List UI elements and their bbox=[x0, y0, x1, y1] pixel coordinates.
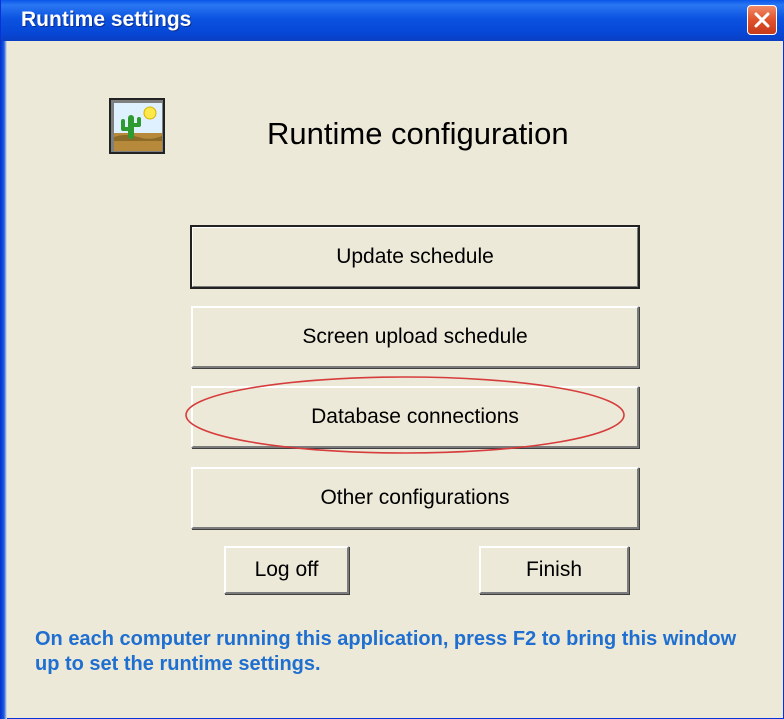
close-icon[interactable] bbox=[747, 5, 777, 35]
other-configurations-button[interactable]: Other configurations bbox=[191, 467, 639, 529]
screen-upload-schedule-button[interactable]: Screen upload schedule bbox=[191, 306, 639, 368]
instruction-note: On each computer running this applicatio… bbox=[35, 628, 737, 675]
title-bar[interactable]: Runtime settings bbox=[1, 0, 784, 41]
window-frame-left bbox=[1, 41, 7, 719]
database-connections-button[interactable]: Database connections bbox=[191, 386, 639, 448]
log-off-button[interactable]: Log off bbox=[224, 546, 349, 594]
runtime-settings-window: Runtime settings Runtime configuration U… bbox=[0, 0, 784, 719]
window-title: Runtime settings bbox=[21, 8, 192, 31]
page-heading: Runtime configuration bbox=[267, 116, 569, 151]
desert-cactus-icon bbox=[109, 98, 165, 154]
finish-button[interactable]: Finish bbox=[479, 546, 629, 594]
update-schedule-button[interactable]: Update schedule bbox=[190, 225, 640, 289]
